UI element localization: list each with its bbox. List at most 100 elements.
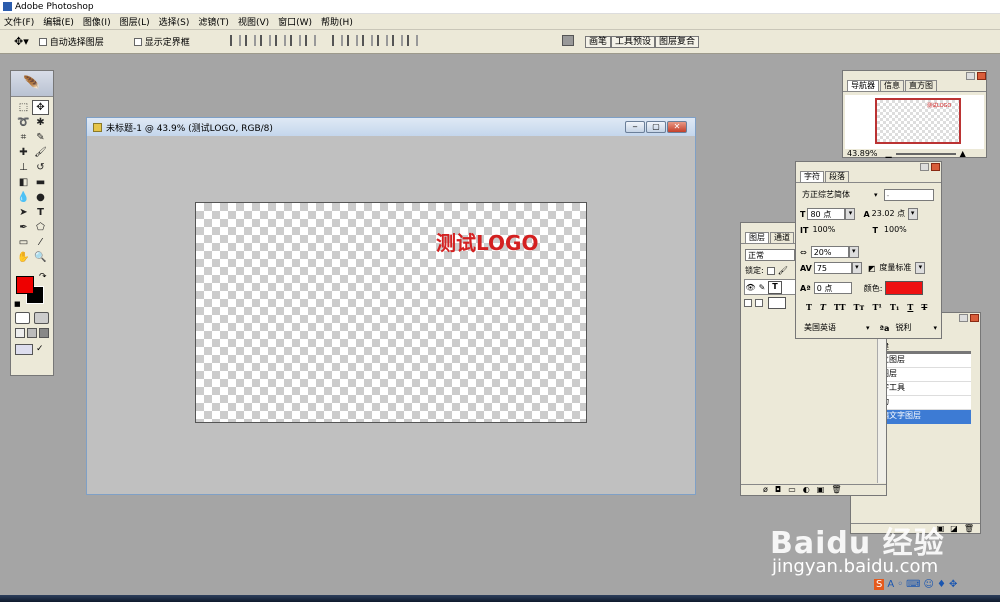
kerning-mode-dropdown[interactable]: ▾: [915, 262, 926, 274]
ime-skin-icon[interactable]: ♦: [937, 579, 946, 590]
align-top-icon[interactable]: [229, 34, 241, 46]
align-bottom-icon[interactable]: [259, 34, 271, 46]
auto-select-option[interactable]: 自动选择图层: [38, 35, 104, 48]
zoom-tool-icon[interactable]: 🔍: [32, 250, 49, 265]
menu-edit[interactable]: 编辑(E): [43, 15, 74, 28]
foreground-color-swatch[interactable]: [16, 276, 34, 294]
brush-tool-icon[interactable]: 🖌: [32, 145, 49, 160]
background-layer-row[interactable]: [744, 297, 786, 309]
image-canvas[interactable]: 测试LOGO: [195, 202, 587, 423]
distribute-bottom-icon[interactable]: [361, 34, 373, 46]
leading-input[interactable]: 23.02 点: [870, 208, 908, 220]
align-left-icon[interactable]: [274, 34, 286, 46]
navigator-view-box[interactable]: 测试LOGO: [875, 98, 961, 144]
adjustment-layer-icon[interactable]: ◐: [803, 485, 810, 495]
layer-visibility-eye-icon[interactable]: 👁: [745, 283, 756, 292]
bg-layer-visibility-icon[interactable]: [744, 299, 752, 307]
layer-mask-icon[interactable]: ◘: [775, 485, 781, 495]
hand-tool-icon[interactable]: ✋: [15, 250, 32, 265]
antialias-select[interactable]: 锐利: [893, 322, 933, 334]
dodge-tool-icon[interactable]: ●: [32, 190, 49, 205]
underline-icon[interactable]: T: [907, 302, 913, 312]
horizontal-scale-input[interactable]: 100%: [882, 224, 926, 236]
move-tool-preset-icon[interactable]: ✥▾: [14, 35, 29, 48]
align-right-icon[interactable]: [304, 34, 316, 46]
delete-layer-icon[interactable]: 🗑: [831, 485, 841, 495]
vertical-scale-input[interactable]: 100%: [810, 224, 858, 236]
small-caps-icon[interactable]: Tт: [854, 302, 865, 312]
navigator-zoom-value[interactable]: 43.89%: [847, 149, 878, 158]
menu-help[interactable]: 帮助(H): [321, 15, 353, 28]
move-tool-icon[interactable]: ✥: [32, 100, 49, 115]
edit-in-imageready-icon[interactable]: ✓: [36, 344, 44, 355]
default-colors-icon[interactable]: ■: [14, 300, 21, 308]
distribute-hcenter-icon[interactable]: [391, 34, 403, 46]
history-item[interactable]: 字工具: [881, 382, 971, 396]
standard-mode-icon[interactable]: [15, 312, 30, 324]
type-tool-icon[interactable]: T: [32, 205, 49, 220]
layer-set-icon[interactable]: ▭: [788, 485, 796, 495]
history-close-button[interactable]: [970, 314, 979, 322]
distribute-vcenter-icon[interactable]: [346, 34, 358, 46]
crop-tool-icon[interactable]: ⌗: [15, 130, 32, 145]
menu-file[interactable]: 文件(F): [4, 15, 34, 28]
tracking-input[interactable]: 20%: [810, 246, 849, 258]
layer-link-brush-icon[interactable]: ✎: [756, 283, 768, 292]
font-size-dropdown[interactable]: ▾: [845, 208, 856, 220]
tab-navigator[interactable]: 导航器: [847, 80, 879, 91]
slice-tool-icon[interactable]: ✎: [32, 130, 49, 145]
marquee-tool-icon[interactable]: ⬚: [15, 100, 32, 115]
menu-image[interactable]: 图像(I): [83, 15, 111, 28]
navigator-close-button[interactable]: [977, 72, 986, 80]
zoom-in-icon[interactable]: ▲: [960, 149, 966, 158]
new-layer-icon[interactable]: ▣: [817, 485, 825, 495]
clone-stamp-tool-icon[interactable]: ⊥: [15, 160, 32, 175]
healing-brush-tool-icon[interactable]: ✚: [15, 145, 32, 160]
tracking-dropdown[interactable]: ▾: [848, 246, 859, 258]
notes-tool-icon[interactable]: ▭: [15, 235, 32, 250]
ime-keyboard-icon[interactable]: ⌨: [906, 579, 920, 590]
text-color-swatch[interactable]: [885, 281, 924, 295]
screen-mode-full-icon[interactable]: [39, 328, 49, 338]
font-family-dropdown-icon[interactable]: ▾: [874, 191, 878, 199]
history-brush-tool-icon[interactable]: ↺: [32, 160, 49, 175]
blur-tool-icon[interactable]: 💧: [15, 190, 32, 205]
font-size-input[interactable]: 80 点: [807, 208, 846, 220]
ime-user-icon[interactable]: ☺: [924, 579, 934, 590]
gradient-tool-icon[interactable]: ▬: [32, 175, 49, 190]
menu-layer[interactable]: 图层(L): [120, 15, 150, 28]
align-vcenter-icon[interactable]: [244, 34, 256, 46]
pen-tool-icon[interactable]: ✒: [15, 220, 32, 235]
navigator-preview[interactable]: 测试LOGO: [845, 95, 984, 149]
blend-mode-select[interactable]: 正常: [745, 249, 795, 261]
eyedropper-tool-icon[interactable]: ⁄: [32, 235, 49, 250]
magic-wand-tool-icon[interactable]: ✱: [32, 115, 49, 130]
auto-select-checkbox[interactable]: [38, 37, 47, 46]
language-dropdown-icon[interactable]: ▾: [866, 324, 870, 332]
well-tab-layer-comps[interactable]: 图层复合: [655, 36, 700, 48]
history-item[interactable]: 图层: [881, 368, 971, 382]
screen-mode-menu-icon[interactable]: [27, 328, 37, 338]
distribute-top-icon[interactable]: [331, 34, 343, 46]
align-hcenter-icon[interactable]: [289, 34, 301, 46]
swap-colors-icon[interactable]: ↷: [39, 272, 47, 282]
zoom-out-icon[interactable]: ▁: [886, 149, 892, 158]
jump-to-imageready-icon[interactable]: [15, 344, 33, 355]
shape-tool-icon[interactable]: ⬠: [32, 220, 49, 235]
ime-logo-icon[interactable]: S: [874, 579, 885, 590]
tab-channels[interactable]: 通道: [770, 232, 794, 243]
eraser-tool-icon[interactable]: ◧: [15, 175, 32, 190]
ime-punct-icon[interactable]: ◦: [897, 579, 903, 590]
history-item[interactable]: 功: [881, 396, 971, 410]
distribute-right-icon[interactable]: [406, 34, 418, 46]
path-selection-tool-icon[interactable]: ➤: [15, 205, 32, 220]
document-title-bar[interactable]: 未标题-1 @ 43.9% (测试LOGO, RGB/8) ‒ ▢ ✕: [87, 118, 695, 136]
kerning-value-dropdown[interactable]: ▾: [851, 262, 862, 274]
superscript-icon[interactable]: T¹: [872, 302, 881, 312]
history-item[interactable]: 立图层: [881, 354, 971, 368]
kerning-value-input[interactable]: 75: [813, 262, 852, 274]
faux-bold-icon[interactable]: T: [806, 302, 812, 312]
lasso-tool-icon[interactable]: ➰: [15, 115, 32, 130]
menu-filter[interactable]: 滤镜(T): [198, 15, 229, 28]
font-family-select[interactable]: 方正综艺简体: [800, 189, 874, 201]
